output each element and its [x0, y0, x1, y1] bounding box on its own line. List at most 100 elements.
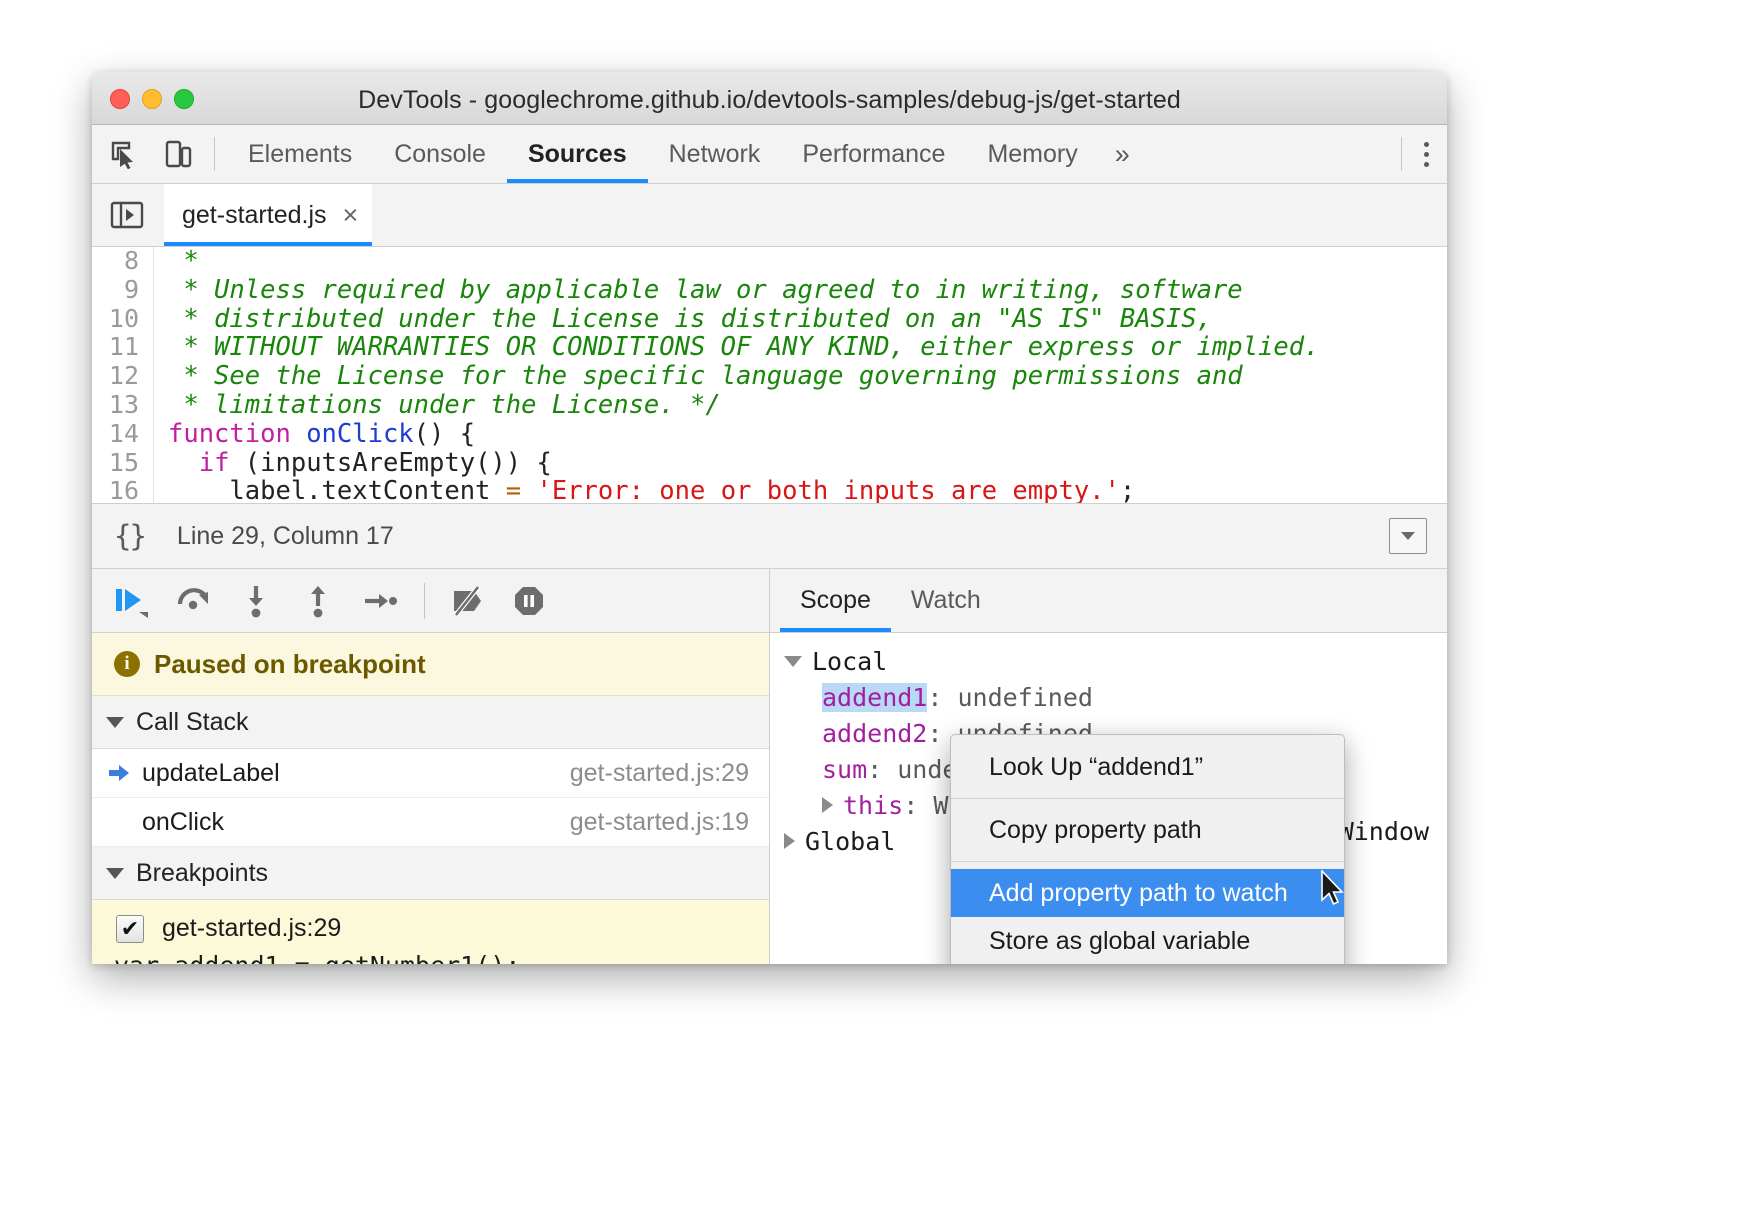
code-line-text: * See the License for the specific langu… — [154, 362, 1243, 391]
line-number[interactable]: 15 — [92, 449, 154, 478]
tab-watch[interactable]: Watch — [891, 569, 1001, 632]
context-menu-item-label: Add property path to watch — [989, 879, 1288, 908]
current-frame-arrow-icon — [108, 762, 130, 784]
scope-tree-row[interactable]: Local — [770, 643, 1447, 679]
show-drawer-icon[interactable] — [1389, 518, 1427, 554]
code-line: 12 * See the License for the specific la… — [92, 362, 1447, 391]
tab-sources[interactable]: Sources — [507, 125, 648, 183]
context-menu-item-label: Copy property path — [989, 816, 1202, 845]
window-title: DevTools - googlechrome.github.io/devtoo… — [92, 86, 1447, 115]
call-stack-frame-row[interactable]: onClick get-started.js:19 — [92, 798, 769, 847]
source-file-tabbar: get-started.js × — [92, 184, 1447, 247]
code-line-text: * limitations under the License. */ — [154, 391, 721, 420]
tab-scope[interactable]: Scope — [780, 569, 891, 632]
debugger-controls-toolbar — [92, 569, 769, 633]
line-number[interactable]: 12 — [92, 362, 154, 391]
deactivate-breakpoints-icon[interactable] — [439, 573, 495, 629]
code-line: 11 * WITHOUT WARRANTIES OR CONDITIONS OF… — [92, 333, 1447, 362]
context-menu-item[interactable]: Look Up “addend1” — [951, 743, 1344, 791]
breakpoint-row: ✔ get-started.js:29 — [92, 914, 769, 943]
code-editor[interactable]: 8 *9 * Unless required by applicable law… — [92, 247, 1447, 503]
call-stack-frame-name: updateLabel — [142, 759, 570, 788]
call-stack-frame-name: onClick — [142, 808, 570, 837]
window-titlebar: DevTools - googlechrome.github.io/devtoo… — [92, 72, 1447, 125]
line-number[interactable]: 10 — [92, 305, 154, 334]
scope-property-name: addend1 — [822, 683, 927, 712]
breakpoints-title: Breakpoints — [136, 859, 268, 888]
line-number[interactable]: 8 — [92, 247, 154, 276]
show-navigator-icon[interactable] — [104, 192, 150, 238]
device-toolbar-icon[interactable] — [156, 132, 200, 176]
context-menu-item[interactable]: Store as global variable — [951, 917, 1344, 964]
code-line: 16 label.textContent = 'Error: one or bo… — [92, 477, 1447, 503]
scope-property-name: this — [843, 791, 903, 820]
call-stack-header[interactable]: Call Stack — [92, 696, 769, 749]
chevron-down-icon[interactable] — [784, 656, 802, 667]
code-line-text: * — [154, 247, 199, 276]
step-over-icon[interactable] — [166, 573, 222, 629]
context-menu-item[interactable]: Copy property path — [951, 806, 1344, 854]
code-line-text: * WITHOUT WARRANTIES OR CONDITIONS OF AN… — [154, 333, 1319, 362]
tab-memory[interactable]: Memory — [966, 125, 1098, 183]
tab-network[interactable]: Network — [648, 125, 782, 183]
pretty-print-icon[interactable]: {} — [114, 519, 145, 553]
code-line: 13 * limitations under the License. */ — [92, 391, 1447, 420]
editor-statusbar: {} Line 29, Column 17 — [92, 503, 1447, 569]
code-line: 8 * — [92, 247, 1447, 276]
close-icon[interactable]: × — [343, 202, 359, 229]
code-line: 10 * distributed under the License is di… — [92, 305, 1447, 334]
call-stack-frame-location: get-started.js:29 — [570, 759, 749, 788]
step-into-icon[interactable] — [228, 573, 284, 629]
breakpoint-list-item[interactable]: ✔ get-started.js:29 var addend1 = getNum… — [92, 900, 769, 964]
line-number[interactable]: 11 — [92, 333, 154, 362]
step-icon[interactable] — [352, 573, 408, 629]
file-tab-label: get-started.js — [182, 201, 327, 230]
line-number[interactable]: 13 — [92, 391, 154, 420]
tab-console[interactable]: Console — [373, 125, 507, 183]
line-number[interactable]: 14 — [92, 420, 154, 449]
code-line: 15 if (inputsAreEmpty()) { — [92, 449, 1447, 478]
code-line-text: if (inputsAreEmpty()) { — [154, 449, 552, 478]
context-menu-item[interactable]: Add property path to watch — [951, 869, 1344, 917]
paused-status-text: Paused on breakpoint — [154, 649, 426, 680]
breakpoint-enabled-checkbox[interactable]: ✔ — [116, 915, 144, 943]
context-menu: Look Up “addend1” Copy property path Add p… — [950, 734, 1345, 964]
call-stack-frame-location: get-started.js:19 — [570, 808, 749, 837]
info-icon: i — [114, 651, 140, 677]
inspect-cursor-icon[interactable] — [102, 132, 146, 176]
debugger-left-pane: i Paused on breakpoint Call Stack update… — [92, 569, 770, 964]
line-number[interactable]: 16 — [92, 477, 154, 503]
pause-on-exceptions-icon[interactable] — [501, 573, 557, 629]
file-tab-get-started-js[interactable]: get-started.js × — [164, 184, 372, 246]
toolbar-divider — [214, 137, 215, 171]
line-number[interactable]: 9 — [92, 276, 154, 305]
chevron-down-icon — [106, 868, 124, 879]
breakpoint-source-snippet: var addend1 = getNumber1(); — [92, 951, 769, 964]
cursor-position-label: Line 29, Column 17 — [177, 522, 394, 551]
devtools-main-tabbar: Elements Console Sources Network Perform… — [92, 125, 1447, 184]
breakpoint-location-label: get-started.js:29 — [162, 914, 341, 943]
panel-tabs: Elements Console Sources Network Perform… — [227, 125, 1099, 183]
scope-name: Global — [805, 827, 895, 856]
devtools-window: DevTools - googlechrome.github.io/devtoo… — [92, 72, 1447, 964]
menu-separator — [951, 798, 1344, 799]
tab-elements[interactable]: Elements — [227, 125, 373, 183]
step-out-icon[interactable] — [290, 573, 346, 629]
scope-watch-tabbar: Scope Watch — [770, 569, 1447, 633]
context-menu-item-label: Look Up “addend1” — [989, 753, 1203, 782]
code-line-text: * distributed under the License is distr… — [154, 305, 1212, 334]
chevron-right-icon[interactable] — [822, 797, 833, 813]
code-line: 14function onClick() { — [92, 420, 1447, 449]
kebab-menu-icon[interactable] — [1424, 142, 1429, 167]
call-stack-frame-row[interactable]: updateLabel get-started.js:29 — [92, 749, 769, 798]
chevron-right-icon[interactable] — [784, 833, 795, 849]
tab-performance[interactable]: Performance — [781, 125, 966, 183]
breakpoints-header[interactable]: Breakpoints — [92, 847, 769, 900]
scope-tree-row[interactable]: addend1: undefined — [770, 679, 1447, 715]
scope-property-name: sum — [822, 755, 867, 784]
play-icon[interactable] — [104, 573, 160, 629]
paused-on-breakpoint-banner: i Paused on breakpoint — [92, 633, 769, 696]
scope-property-value: : undefined — [927, 683, 1093, 712]
more-tabs-icon[interactable]: » — [1099, 125, 1146, 183]
menu-separator — [951, 861, 1344, 862]
